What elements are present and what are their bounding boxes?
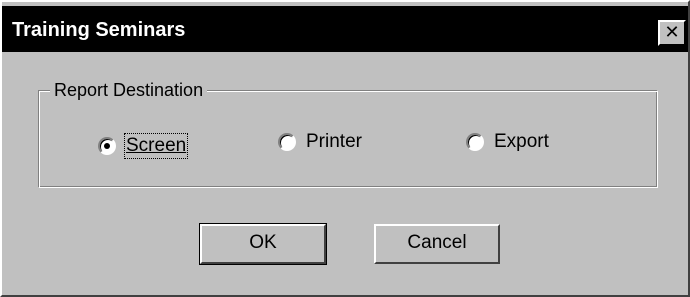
radio-selected-dot: [104, 143, 110, 149]
radio-export-label[interactable]: Export: [494, 131, 549, 153]
radio-screen-label[interactable]: Screen: [123, 133, 189, 159]
close-button[interactable]: ✕: [658, 20, 686, 46]
training-seminars-dialog: Training Seminars ✕ Report Destination S…: [0, 0, 690, 297]
radio-screen[interactable]: Screen: [98, 133, 189, 159]
radio-export[interactable]: Export: [466, 129, 549, 155]
title-bar[interactable]: Training Seminars ✕: [2, 6, 688, 52]
window-title: Training Seminars: [12, 19, 186, 41]
radio-screen-text: Screen: [126, 135, 187, 156]
radio-export-text: Export: [494, 131, 549, 152]
radio-export-circle[interactable]: [466, 133, 484, 151]
radio-printer-label[interactable]: Printer: [306, 131, 362, 153]
radio-printer-text: Printer: [306, 131, 362, 152]
report-destination-legend: Report Destination: [50, 78, 208, 102]
radio-screen-circle[interactable]: [98, 137, 116, 155]
cancel-button[interactable]: Cancel: [374, 224, 500, 264]
close-icon: ✕: [664, 22, 680, 43]
radio-printer-circle[interactable]: [278, 133, 296, 151]
radio-printer[interactable]: Printer: [278, 129, 362, 155]
ok-button[interactable]: OK: [199, 223, 327, 265]
